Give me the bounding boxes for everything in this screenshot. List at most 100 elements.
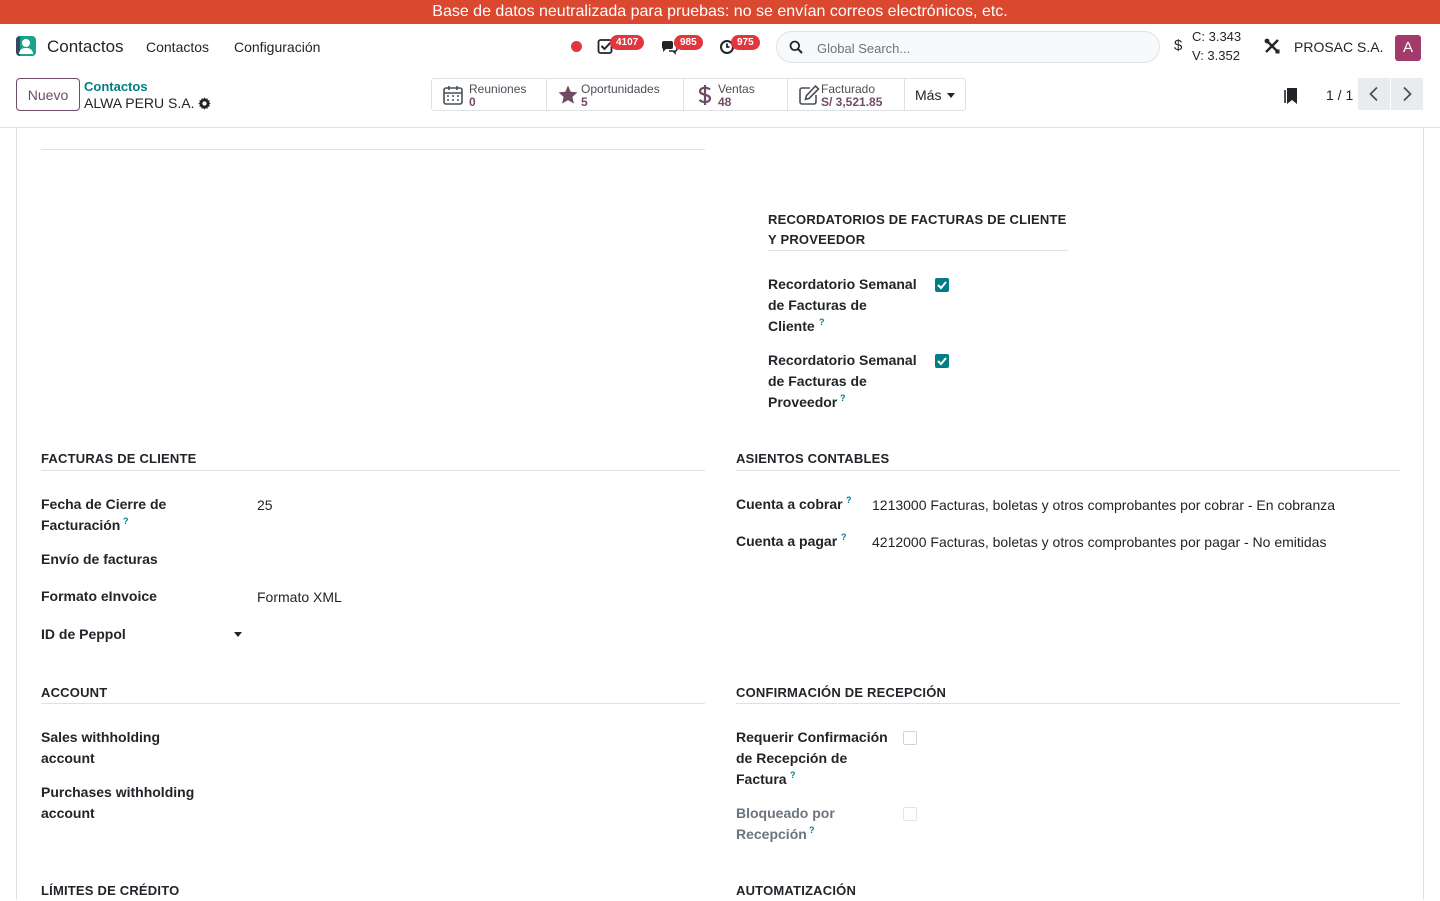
invoiced-value: S/ 3,521.85 [821, 95, 883, 109]
exchange-rate-sell: V: 3.352 [1192, 48, 1240, 63]
credit-limits-section-title: LÍMITES DE CRÉDITO [41, 883, 180, 898]
breadcrumb-contactos[interactable]: Contactos [84, 79, 148, 94]
sales-value: 48 [718, 95, 732, 109]
help-icon[interactable]: ? [123, 516, 129, 526]
global-search[interactable] [776, 31, 1160, 63]
record-name: ALWA PERU S.A. [84, 95, 195, 111]
smart-buttons: Reuniones 0 Oportunidades 5 Ventas 48 Fa… [431, 78, 966, 111]
blocked-reception-checkbox[interactable] [903, 807, 917, 821]
timer-badge: 975 [731, 35, 760, 50]
opportunities-stat-button[interactable]: Oportunidades 5 [547, 79, 684, 110]
pager-value: 1 / 1 [1326, 87, 1354, 103]
einvoice-format-label: Formato eInvoice [41, 588, 157, 604]
closing-date-label: Fecha de Cierre de [41, 496, 167, 512]
sales-label: Ventas [718, 82, 755, 96]
customer-reminder-label: Recordatorio Semanal [768, 276, 917, 292]
payable-account-value[interactable]: 4212000 Facturas, boletas y otros compro… [872, 532, 1326, 553]
vendor-reminder-checkbox[interactable] [935, 354, 949, 368]
reception-section-title: CONFIRMACIÓN DE RECEPCIÓN [736, 685, 947, 700]
blocked-reception-label-2: Recepción [736, 826, 807, 842]
pager-previous-button[interactable] [1358, 78, 1390, 110]
require-confirmation-checkbox[interactable] [903, 731, 917, 745]
pager-next-button[interactable] [1391, 78, 1423, 110]
vendor-reminder-label-3: Proveedor [768, 394, 838, 410]
sales-stat-button[interactable]: Ventas 48 [684, 79, 788, 110]
new-button[interactable]: Nuevo [16, 78, 80, 111]
chevron-left-icon [1369, 86, 1378, 102]
dollar-icon [698, 85, 712, 105]
vendor-reminder-label-2: de Facturas de [768, 373, 867, 389]
opportunities-value: 5 [581, 95, 588, 109]
closing-date-value[interactable]: 25 [257, 495, 273, 516]
receivable-account-value[interactable]: 1213000 Facturas, boletas y otros compro… [872, 495, 1335, 516]
divider [768, 250, 1068, 251]
require-confirmation-label-3: Factura [736, 771, 787, 787]
global-search-input[interactable] [817, 38, 1147, 58]
reminders-section-title-2: Y PROVEEDOR [768, 232, 866, 247]
test-database-banner: Base de datos neutralizada para pruebas:… [0, 0, 1440, 24]
customer-reminder-checkbox[interactable] [935, 278, 949, 292]
require-confirmation-label-2: de Recepción de [736, 750, 848, 766]
payable-account-label: Cuenta a pagar [736, 533, 838, 549]
top-navbar: Contactos Contactos Configuración 4107 9… [0, 24, 1440, 70]
sales-withholding-label-2: account [41, 750, 95, 766]
star-icon [558, 85, 578, 104]
exchange-rate-currency: $ [1174, 37, 1183, 54]
more-label: Más [915, 87, 942, 103]
checkmark-icon [937, 357, 947, 366]
form-sheet: RECORDATORIOS DE FACTURAS DE CLIENTE Y P… [16, 128, 1424, 900]
peppol-id-label: ID de Peppol [41, 626, 126, 642]
customer-reminder-label-2: de Facturas de [768, 297, 867, 313]
peppol-scheme-dropdown[interactable] [234, 632, 242, 637]
purchases-withholding-label: Purchases withholding [41, 784, 195, 800]
contacts-app-icon[interactable] [16, 36, 36, 56]
help-icon[interactable]: ? [841, 532, 847, 542]
customer-invoices-section-title: FACTURAS DE CLIENTE [41, 451, 197, 466]
app-title[interactable]: Contactos [47, 37, 124, 57]
activities-badge: 4107 [610, 35, 645, 50]
help-icon[interactable]: ? [840, 393, 846, 403]
receivable-account-label: Cuenta a cobrar [736, 496, 843, 512]
search-icon [789, 40, 803, 54]
einvoice-format-value[interactable]: Formato XML [257, 587, 342, 608]
divider [736, 470, 1400, 471]
divider [41, 703, 705, 704]
divider [41, 470, 705, 471]
vendor-reminder-label: Recordatorio Semanal [768, 352, 917, 368]
meetings-value: 0 [469, 95, 476, 109]
invoiced-stat-button[interactable]: Facturado S/ 3,521.85 [788, 79, 905, 110]
menu-contactos[interactable]: Contactos [146, 39, 209, 55]
record-indicator-icon[interactable] [571, 41, 582, 52]
journal-items-section-title: ASIENTOS CONTABLES [736, 451, 890, 466]
automation-section-title: AUTOMATIZACIÓN [736, 883, 857, 898]
meetings-label: Reuniones [469, 82, 527, 96]
messages-badge: 985 [674, 35, 703, 50]
chevron-right-icon [1403, 86, 1412, 102]
sales-withholding-label: Sales withholding [41, 729, 161, 745]
caret-down-icon [947, 93, 955, 98]
user-avatar[interactable]: A [1395, 35, 1421, 61]
invoice-sending-label: Envío de facturas [41, 551, 158, 567]
more-dropdown[interactable]: Más [905, 79, 965, 110]
gear-icon[interactable] [198, 97, 211, 110]
account-section-title: ACCOUNT [41, 685, 108, 700]
opportunities-label: Oportunidades [581, 82, 660, 96]
help-icon[interactable]: ? [846, 495, 852, 505]
customer-reminder-label-3: Cliente [768, 318, 815, 334]
exchange-rate-buy: C: 3.343 [1192, 29, 1242, 44]
require-confirmation-label: Requerir Confirmación [736, 729, 888, 745]
help-icon[interactable]: ? [790, 770, 796, 780]
bookmark-icon[interactable] [1284, 87, 1298, 105]
help-icon[interactable]: ? [819, 317, 825, 327]
company-switcher[interactable]: PROSAC S.A. [1294, 39, 1383, 55]
blocked-reception-label: Bloqueado por [736, 805, 835, 821]
divider [41, 149, 705, 150]
calendar-icon [443, 86, 463, 105]
menu-configuracion[interactable]: Configuración [234, 39, 320, 55]
debug-tools-icon[interactable] [1264, 38, 1280, 54]
reminders-section-title: RECORDATORIOS DE FACTURAS DE CLIENTE [768, 212, 1067, 227]
checkmark-icon [937, 281, 947, 290]
help-icon[interactable]: ? [809, 825, 815, 835]
meetings-stat-button[interactable]: Reuniones 0 [432, 79, 547, 110]
divider [736, 703, 1400, 704]
